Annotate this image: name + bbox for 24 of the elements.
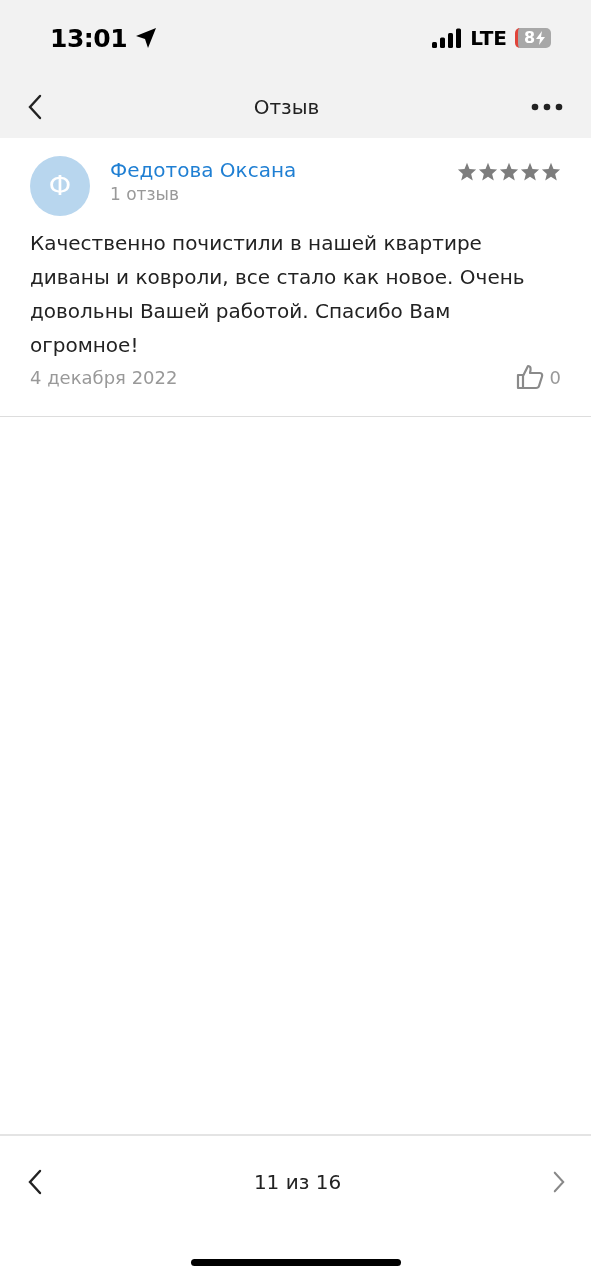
star-icon <box>499 162 519 181</box>
author-link[interactable]: Федотова Оксана <box>110 158 457 182</box>
forward-chevron-icon <box>553 1171 565 1193</box>
back-button[interactable] <box>28 94 42 120</box>
review-text: Качественно почистили в нашей квартире диваны и ковроли, все стало как новое. Очень довольны Вашей работой. Спасибо Вам огромное! <box>30 230 526 359</box>
star-icon <box>541 162 561 181</box>
page-counter: 11 из 16 <box>253 1170 342 1194</box>
avatar: Ф <box>30 156 90 216</box>
signal-icon <box>432 28 463 48</box>
more-button[interactable] <box>531 103 563 111</box>
star-icon <box>457 162 477 181</box>
back-chevron-icon <box>28 1167 42 1197</box>
location-arrow-icon <box>135 27 158 49</box>
star-icon <box>520 162 540 181</box>
network-type: LTE <box>470 26 507 50</box>
previous-button[interactable] <box>28 1167 42 1197</box>
battery-icon: 8 <box>515 28 551 48</box>
screen-title: Отзыв <box>253 95 320 119</box>
back-chevron-icon <box>28 94 42 120</box>
like-button[interactable]: 0 <box>515 364 561 390</box>
review-count: 1 отзыв <box>110 184 180 204</box>
star-icon <box>478 162 498 181</box>
clock-time: 13:01 <box>50 23 128 53</box>
review-date: 4 декабря 2022 <box>30 366 178 388</box>
